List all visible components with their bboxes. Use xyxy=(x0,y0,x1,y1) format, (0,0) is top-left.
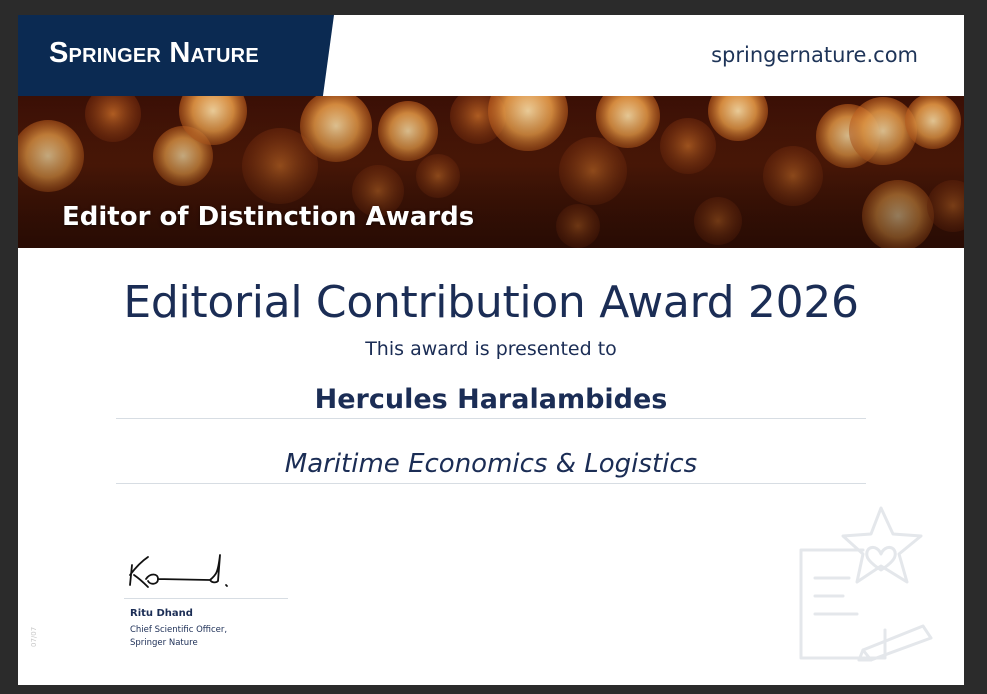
signature-line xyxy=(124,598,288,599)
signatory-title: Chief Scientific Officer, Springer Natur… xyxy=(130,624,227,650)
brand-logo: Springer Nature xyxy=(49,37,259,69)
journal-name: Maritime Economics & Logistics xyxy=(284,449,698,479)
banner-title: Editor of Distinction Awards xyxy=(62,202,475,232)
header: Springer Nature springernature.com xyxy=(18,15,964,96)
divider xyxy=(116,483,866,484)
divider xyxy=(116,418,866,419)
signatory-role-line: Chief Scientific Officer, xyxy=(130,625,228,635)
signatory-org-line: Springer Nature xyxy=(130,638,198,648)
website-link[interactable]: springernature.com xyxy=(711,43,918,67)
handwritten-signature xyxy=(129,554,228,588)
presented-to-text: This award is presented to xyxy=(365,338,617,360)
document-code: 07/07 xyxy=(30,626,38,647)
recipient-name: Hercules Haralambides xyxy=(314,384,668,415)
bokeh-banner: Editor of Distinction Awards xyxy=(18,96,964,248)
award-title: Editorial Contribution Award 2026 xyxy=(123,277,859,328)
certificate: Springer Nature springernature.com Edito… xyxy=(18,15,964,685)
certificate-star-heart-icon xyxy=(799,506,933,662)
signatory-name: Ritu Dhand xyxy=(130,608,193,619)
